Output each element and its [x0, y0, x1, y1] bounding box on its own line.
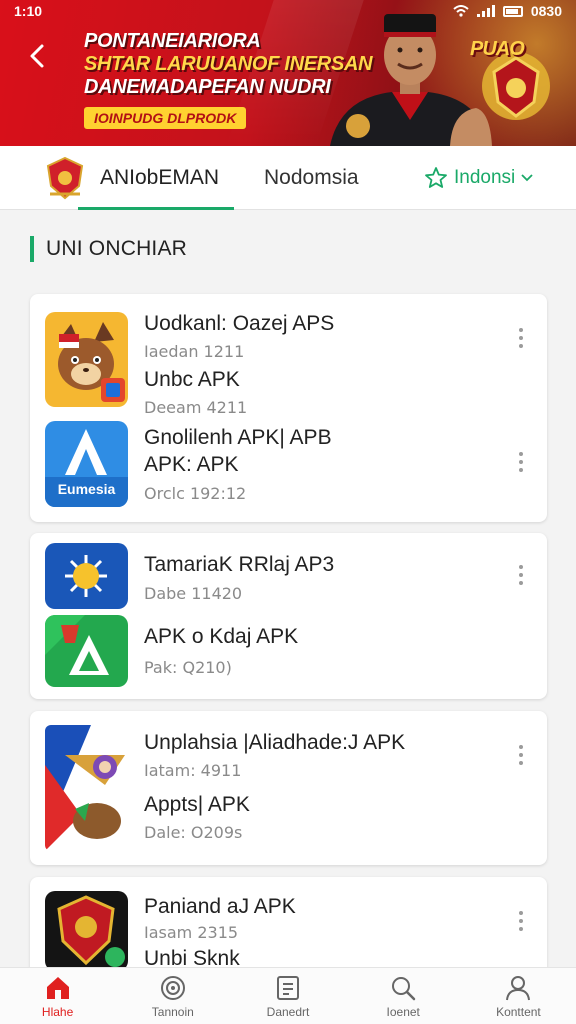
banner-badge-text: PUAO — [470, 38, 525, 60]
more-options-icon[interactable] — [511, 561, 531, 589]
app-meta: Pak: Q210) — [144, 658, 232, 677]
app-meta: Dale: O209s — [144, 823, 243, 842]
collage-app-icon[interactable] — [45, 725, 128, 851]
app-name[interactable]: Gnolilenh APK| APB — [144, 426, 332, 450]
battery-level: 0830 — [530, 3, 562, 19]
app-card: Uodkanl: Oazej APS Iaedan 1211 Unbc APK … — [30, 294, 547, 522]
status-time: 1:10 — [14, 3, 43, 19]
app-meta: Dabe 11420 — [144, 584, 243, 603]
home-icon — [46, 976, 69, 999]
more-options-icon[interactable] — [511, 324, 531, 352]
app-meta: Orclc 192:12 — [144, 484, 247, 503]
tab-secondary-label: Nodomsia — [264, 166, 359, 189]
battery-icon — [502, 5, 523, 17]
app-meta: Iaedan 1211 — [144, 342, 245, 361]
app-name[interactable]: Uodkanl: Oazej APS — [144, 312, 334, 336]
nav-label: Konttent — [496, 1004, 541, 1019]
language-selector[interactable]: Indonsi — [424, 146, 533, 210]
app-meta: Iatam: 4911 — [144, 761, 242, 780]
app-card: Unplahsia |Aliadhade:J APK Iatam: 4911 A… — [30, 711, 547, 865]
active-tab-indicator — [78, 207, 234, 210]
nav-label: Tannoin — [151, 1004, 194, 1019]
app-icon-text: Eumesia — [57, 481, 116, 497]
app-name[interactable]: Paniand aJ APK — [144, 895, 296, 919]
crest-icon — [46, 156, 84, 200]
fox-app-icon[interactable] — [45, 312, 128, 407]
header-banner: 1:10 0830 PONTANEIARIORA SHTAR LARUUANOF… — [0, 0, 576, 146]
more-options-icon[interactable] — [511, 741, 531, 769]
tab-primary-label: ANIobEMAN — [100, 166, 220, 189]
document-icon — [277, 975, 299, 1000]
nav-home[interactable]: Hlahe — [0, 968, 115, 1024]
tab-secondary[interactable]: Nodomsia — [264, 146, 359, 210]
app-name-secondary: APK: APK — [144, 453, 239, 476]
tab-primary[interactable]: ANIobEMAN — [44, 146, 219, 210]
user-icon — [506, 975, 531, 1000]
bottom-navigation: Hlahe Tannoin Danedrt Ioenet Konttent — [0, 967, 576, 1024]
shield-app-icon[interactable] — [45, 891, 128, 971]
app-name[interactable]: Appts| APK — [144, 793, 250, 817]
blue-a-app-icon[interactable]: Eumesia — [45, 421, 128, 507]
app-name[interactable]: Unplahsia |Aliadhade:J APK — [144, 731, 405, 755]
chevron-down-icon — [521, 174, 533, 182]
nav-label: Danedrt — [266, 1004, 310, 1019]
more-options-icon[interactable] — [511, 907, 531, 935]
nav-konttent[interactable]: Konttent — [461, 968, 576, 1024]
section-title: UNI ONCHIAR — [30, 236, 187, 262]
app-card: TamariaK RRlaj AP3 Dabe 11420 APK o Kdaj… — [30, 533, 547, 699]
banner-tagline: IOINPUDG DLPRODK — [84, 107, 247, 129]
banner-emblem: PUAO — [468, 36, 558, 128]
language-label: Indonsi — [454, 167, 516, 188]
app-name[interactable]: Unbc APK — [144, 368, 240, 392]
sun-app-icon[interactable] — [45, 543, 128, 609]
app-name[interactable]: TamariaK RRlaj AP3 — [144, 553, 334, 577]
search-icon — [392, 976, 416, 1000]
nav-tannoin[interactable]: Tannoin — [115, 968, 230, 1024]
target-icon — [160, 975, 185, 1000]
star-icon — [425, 167, 447, 188]
more-options-icon[interactable] — [511, 448, 531, 476]
nav-label: Hlahe — [41, 1004, 74, 1019]
nav-ioenet[interactable]: Ioenet — [346, 968, 461, 1024]
green-a-app-icon[interactable] — [45, 615, 128, 687]
app-meta: Iasam 2315 — [144, 923, 239, 942]
back-arrow-icon[interactable] — [24, 40, 52, 72]
app-name[interactable]: APK o Kdaj APK — [144, 625, 298, 649]
app-meta: Deeam 4211 — [144, 398, 248, 417]
category-tab-bar: ANIobEMAN Nodomsia Indonsi — [0, 146, 576, 210]
nav-label: Ioenet — [386, 1004, 420, 1019]
nav-danedrt[interactable]: Danedrt — [230, 968, 345, 1024]
